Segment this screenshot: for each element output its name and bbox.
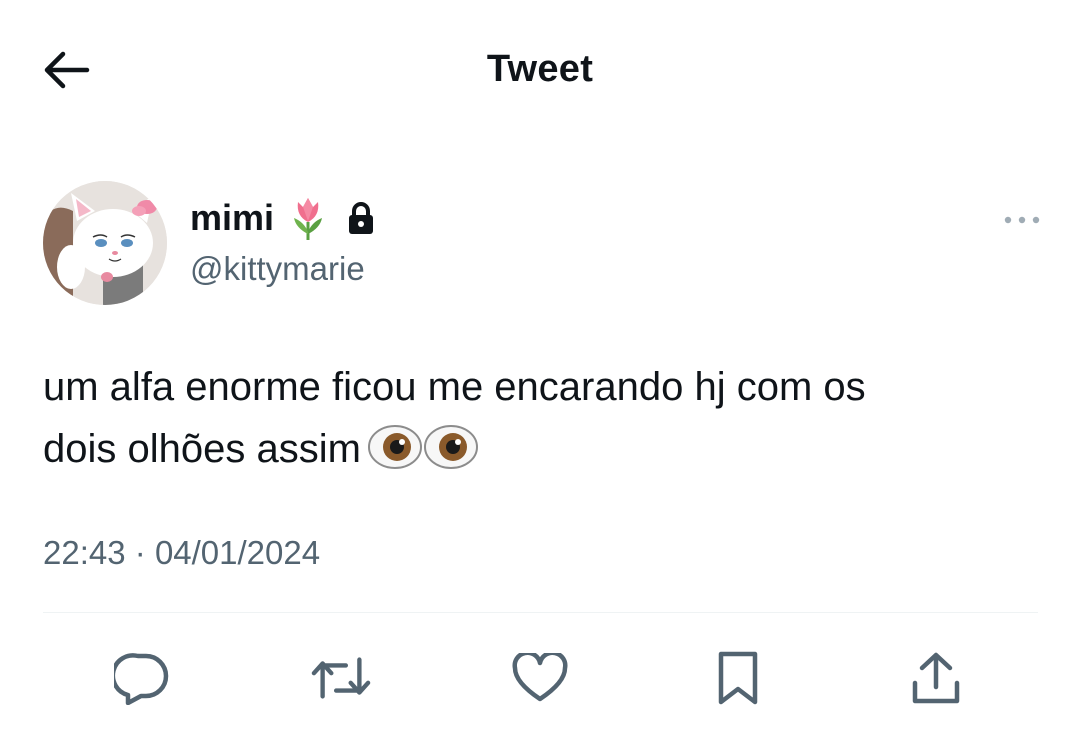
top-bar: Tweet xyxy=(0,0,1080,140)
avatar[interactable] xyxy=(43,181,167,305)
tweet-text-fragment: dois olhões assim xyxy=(43,427,361,471)
tweet-timestamp[interactable]: 22:43 · 04/01/2024 xyxy=(43,534,320,572)
heart-icon xyxy=(512,653,568,702)
tulip-icon xyxy=(294,198,323,240)
page-title: Tweet xyxy=(486,48,594,90)
tweet-text-line: um alfa enorme ficou me encarando hj com… xyxy=(43,365,866,409)
author-handle[interactable]: @kittymarie xyxy=(190,250,365,288)
author-name-row: mimi xyxy=(190,192,376,244)
retweet-button[interactable] xyxy=(311,648,371,708)
reply-icon xyxy=(114,653,169,705)
reply-button[interactable] xyxy=(112,648,172,708)
retweet-icon xyxy=(311,657,371,699)
eyes-icon xyxy=(367,425,478,469)
bookmark-button[interactable] xyxy=(708,648,768,708)
bookmark-icon xyxy=(718,651,758,705)
more-horizontal-icon xyxy=(1004,216,1040,224)
meta-separator: · xyxy=(134,534,146,571)
tweet-time: 22:43 xyxy=(43,534,126,571)
avatar-image xyxy=(43,181,167,305)
more-options-button[interactable] xyxy=(1000,204,1044,236)
divider xyxy=(43,612,1038,613)
share-button[interactable] xyxy=(906,648,966,708)
share-icon xyxy=(912,652,960,704)
tweet-date: 04/01/2024 xyxy=(154,534,321,571)
tweet-text-line: dois olhões assim xyxy=(43,418,1043,480)
tweet-text: um alfa enorme ficou me encarando hj com… xyxy=(43,356,1043,480)
display-name[interactable]: mimi xyxy=(190,197,274,239)
like-button[interactable] xyxy=(510,648,570,708)
lock-icon xyxy=(349,202,374,234)
